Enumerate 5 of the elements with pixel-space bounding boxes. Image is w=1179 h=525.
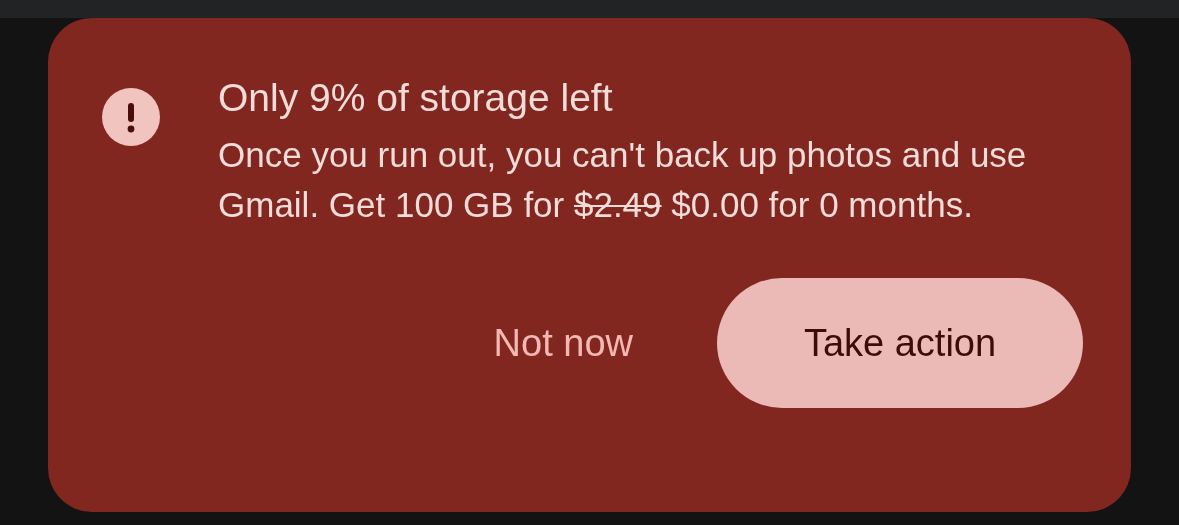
alert-icon [102, 88, 160, 146]
alert-title: Only 9% of storage left [218, 75, 614, 121]
not-now-button[interactable]: Not now [493, 311, 633, 375]
take-action-button[interactable]: Take action [717, 278, 1083, 408]
alert-message: Once you run out, you can't back up photos and use Gmail. Get 100 GB for $2.49 $0.00 for 0 months. [218, 134, 1028, 226]
